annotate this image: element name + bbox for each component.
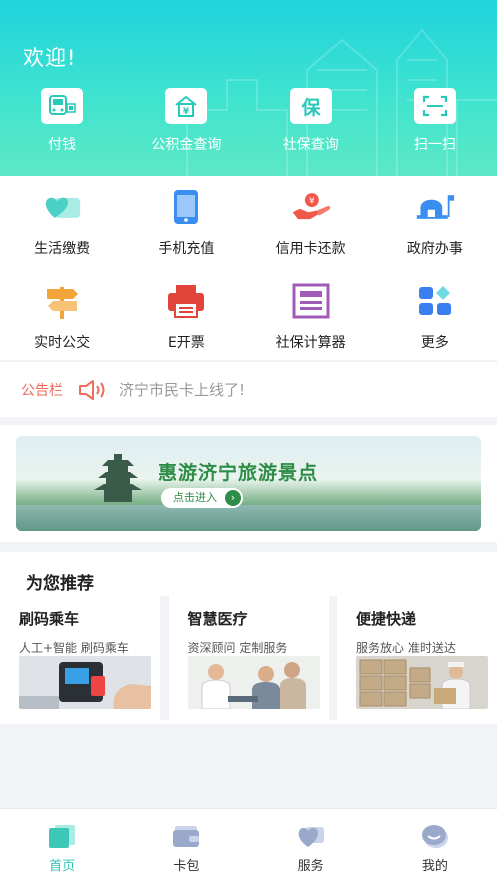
fund-house-icon: ¥	[165, 88, 208, 124]
card-subtitle: 资深顾问 定制服务	[187, 641, 288, 655]
welcome-text: 欢迎!	[23, 46, 77, 70]
service-credit-card[interactable]: ¥ 信用卡还款	[249, 176, 373, 274]
housing-fund-button[interactable]: ¥ 公积金查询	[124, 88, 248, 154]
svg-text:¥: ¥	[309, 197, 315, 207]
scan-icon	[413, 88, 456, 124]
service-e-invoice-label: E开票	[167, 335, 205, 351]
service-utilities[interactable]: 生活缴费	[0, 176, 124, 274]
notice-bar[interactable]: 公告栏 济宁市民卡上线了!	[0, 361, 497, 417]
card-smart-medical[interactable]: 智慧医疗 资深顾问 定制服务	[168, 596, 329, 720]
service-phone-topup-label: 手机充值	[158, 241, 215, 257]
service-phone-topup[interactable]: 手机充值	[124, 176, 248, 274]
tab-card-wallet-label: 卡包	[173, 859, 200, 874]
doctor-patients-image	[187, 656, 320, 709]
government-icon	[415, 188, 455, 226]
service-ss-calculator[interactable]: 社保计算器	[249, 274, 373, 360]
signpost-icon	[42, 282, 82, 320]
service-realtime-bus[interactable]: 实时公交	[0, 274, 124, 360]
quick-actions: 付钱 ¥ 公积金查询 保 社保查询 扫一扫	[0, 88, 497, 154]
scan-button[interactable]: 扫一扫	[373, 88, 497, 154]
recommend-section: 为您推荐 刷码乘车 人工+智能 刷码乘车 智慧医疗 资深顾问 定制服务 便捷快递…	[0, 552, 497, 724]
tab-mine-label: 我的	[421, 859, 448, 874]
banner-enter-label: 点击进入	[173, 491, 217, 504]
recommend-title: 为您推荐	[26, 574, 94, 594]
scan-label: 扫一扫	[413, 137, 456, 153]
lake-decoration	[16, 505, 481, 531]
home-card-icon	[49, 825, 76, 848]
tourism-banner[interactable]: 惠游济宁旅游景点 点击进入 ›	[16, 436, 481, 531]
tab-card-wallet[interactable]: 卡包	[124, 809, 248, 883]
card-express-delivery[interactable]: 便捷快递 服务放心 准时送达	[337, 596, 497, 720]
services-grid: 生活缴费 手机充值 ¥ 信用卡还款 政府办事 实时公交 E开票 社保计算器 更多	[0, 176, 497, 360]
svg-text:保: 保	[300, 96, 321, 118]
card-subtitle: 人工+智能 刷码乘车	[19, 641, 129, 655]
calculator-icon	[291, 282, 331, 320]
service-government-label: 政府办事	[406, 241, 463, 257]
more-grid-icon	[415, 282, 455, 320]
social-security-button[interactable]: 保 社保查询	[249, 88, 373, 154]
header: 欢迎! 付钱 ¥ 公积金查询 保 社保查询 扫一扫	[0, 0, 497, 176]
social-security-label: 社保查询	[282, 137, 339, 153]
card-title: 便捷快递	[356, 610, 417, 628]
notice-tag: 公告栏	[21, 382, 63, 399]
banner-title: 惠游济宁旅游景点	[158, 462, 319, 484]
card-subtitle: 服务放心 准时送达	[356, 641, 456, 655]
phone-icon	[166, 188, 206, 226]
profile-icon	[421, 825, 448, 848]
recommend-cards: 刷码乘车 人工+智能 刷码乘车 智慧医疗 资深顾问 定制服务 便捷快递 服务放心…	[0, 596, 497, 720]
tab-home-label: 首页	[49, 859, 76, 874]
pay-button[interactable]: 付钱	[0, 88, 124, 154]
service-e-invoice[interactable]: E开票	[124, 274, 248, 360]
service-more[interactable]: 更多	[373, 274, 497, 360]
pay-label: 付钱	[48, 137, 77, 153]
social-security-icon: 保	[289, 88, 332, 124]
notice-text: 济宁市民卡上线了!	[119, 381, 246, 399]
coin-hand-icon: ¥	[291, 188, 331, 226]
warehouse-worker-image	[356, 656, 488, 709]
tab-services-label: 服务	[297, 859, 324, 874]
turnstile-scan-image	[19, 656, 151, 709]
bottom-tab-bar: 首页 卡包 服务 我的	[0, 808, 497, 883]
svg-text:¥: ¥	[183, 107, 190, 117]
service-government[interactable]: 政府办事	[373, 176, 497, 274]
service-realtime-bus-label: 实时公交	[34, 335, 91, 351]
card-title: 智慧医疗	[187, 610, 248, 628]
printer-icon	[166, 282, 206, 320]
heart-card-icon	[42, 188, 82, 226]
speaker-icon	[79, 379, 105, 400]
housing-fund-label: 公积金查询	[151, 137, 222, 153]
banner-enter-button[interactable]: 点击进入 ›	[161, 488, 243, 508]
card-title: 刷码乘车	[19, 610, 80, 628]
tab-mine[interactable]: 我的	[373, 809, 497, 883]
chevron-right-icon: ›	[225, 490, 241, 506]
tab-services[interactable]: 服务	[249, 809, 373, 883]
service-more-label: 更多	[420, 335, 449, 351]
service-ss-calculator-label: 社保计算器	[275, 335, 346, 351]
banner-section: 惠游济宁旅游景点 点击进入 ›	[0, 425, 497, 542]
service-utilities-label: 生活缴费	[34, 241, 91, 257]
heart-service-icon	[298, 827, 324, 847]
wallet-icon	[173, 826, 200, 847]
card-qr-ride[interactable]: 刷码乘车 人工+智能 刷码乘车	[0, 596, 160, 720]
tab-home[interactable]: 首页	[0, 809, 124, 883]
service-credit-card-label: 信用卡还款	[275, 241, 346, 257]
bus-qr-icon	[41, 88, 84, 124]
